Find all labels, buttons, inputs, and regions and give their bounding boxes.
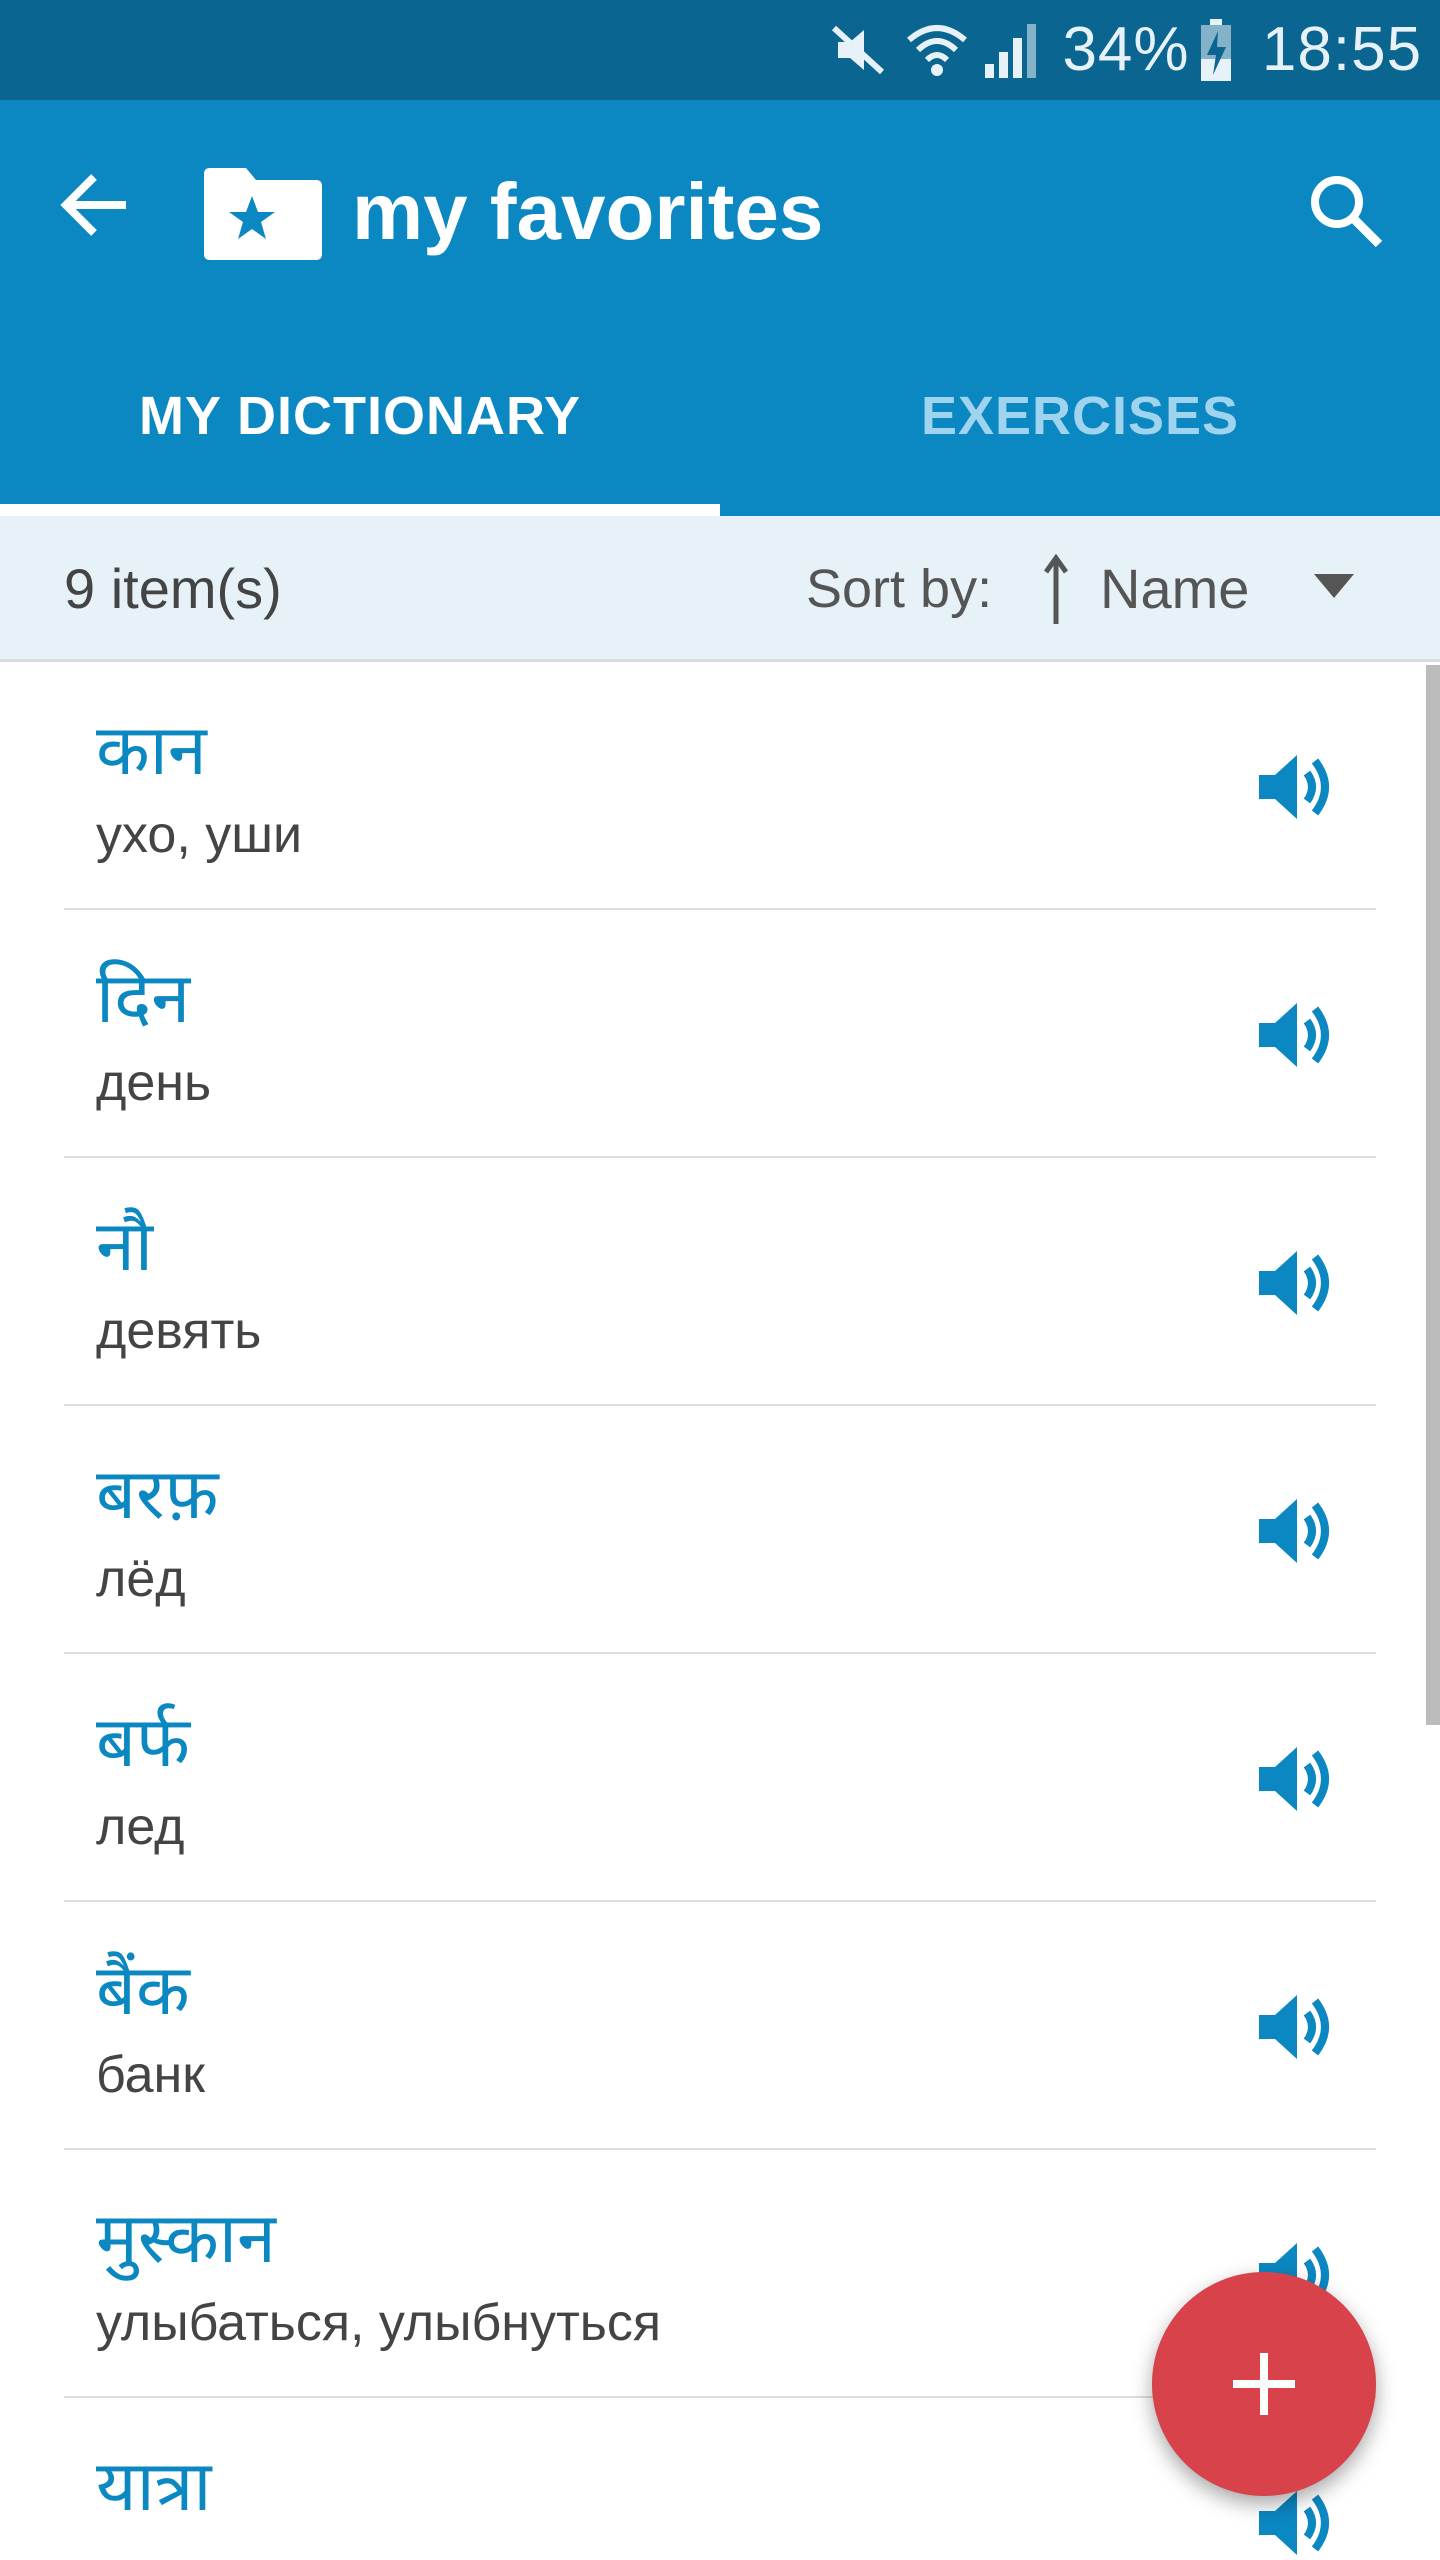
sort-dropdown[interactable]: Name xyxy=(1030,536,1380,642)
search-icon xyxy=(1311,176,1383,248)
mute-icon xyxy=(826,0,890,100)
word-list: कान ухо, уши दिन день नौ девять बरफ़ лёд… xyxy=(0,662,1440,2560)
tab-indicator xyxy=(0,504,720,516)
plus-icon xyxy=(1233,2353,1295,2415)
battery-percent: 34% xyxy=(1062,15,1190,84)
translation-text: улыбаться, улыбнуться xyxy=(96,2294,662,2352)
play-audio-button[interactable] xyxy=(1240,732,1350,842)
list-item[interactable]: कान ухо, уши xyxy=(0,662,1440,910)
items-count: 9 item(s) xyxy=(64,557,282,620)
sort-ascending-icon xyxy=(1043,554,1069,624)
list-item[interactable]: नौ девять xyxy=(0,1158,1440,1406)
translation-text: лед xyxy=(96,1798,185,1856)
arrow-back-icon xyxy=(60,174,126,236)
word-text: नौ xyxy=(96,1205,153,1287)
translation-text: день xyxy=(96,1054,212,1112)
tab-exercises[interactable]: EXERCISES xyxy=(720,316,1440,516)
translation-text: банк xyxy=(96,2046,205,2104)
sort-value: Name xyxy=(1100,557,1250,620)
translation-text: лёд xyxy=(96,1550,186,1608)
sort-bar: 9 item(s) Sort by: Name xyxy=(0,516,1440,662)
translation-text: ухо, уши xyxy=(96,806,302,864)
tab-my-dictionary[interactable]: MY DICTIONARY xyxy=(0,316,720,516)
play-audio-button[interactable] xyxy=(1240,1972,1350,2082)
star-folder-icon xyxy=(202,162,324,262)
tab-bar: MY DICTIONARY EXERCISES xyxy=(0,316,1440,516)
speaker-icon xyxy=(1259,1251,1329,1315)
list-item[interactable]: बैंक банк xyxy=(0,1902,1440,2150)
play-audio-button[interactable] xyxy=(1240,1724,1350,1834)
wifi-icon xyxy=(902,0,972,100)
add-word-button[interactable] xyxy=(1152,2272,1376,2496)
list-item[interactable]: बरफ़ лёд xyxy=(0,1406,1440,1654)
list-item[interactable]: दिन день xyxy=(0,910,1440,1158)
speaker-icon xyxy=(1259,1499,1329,1563)
word-text: बरफ़ xyxy=(96,1453,219,1535)
play-audio-button[interactable] xyxy=(1240,980,1350,1090)
clock: 18:55 xyxy=(1261,15,1423,84)
search-button[interactable] xyxy=(1295,160,1395,260)
signal-icon xyxy=(976,0,1046,100)
scrollbar-thumb[interactable] xyxy=(1426,665,1440,1725)
play-audio-button[interactable] xyxy=(1240,1228,1350,1338)
list-item[interactable]: बर्फ лед xyxy=(0,1654,1440,1902)
speaker-icon xyxy=(1259,1747,1329,1811)
speaker-icon xyxy=(1259,755,1329,819)
status-bar: 34% 18:55 xyxy=(0,0,1440,100)
battery-charging-icon xyxy=(1192,0,1240,100)
sort-label: Sort by: xyxy=(806,559,993,619)
word-text: बैंक xyxy=(96,1949,190,2031)
back-button[interactable] xyxy=(50,160,140,250)
word-text: मुस्कान xyxy=(96,2197,276,2279)
speaker-icon xyxy=(1259,1003,1329,1067)
word-text: दिन xyxy=(96,957,191,1039)
translation-text: девять xyxy=(96,1302,262,1360)
dropdown-caret-icon xyxy=(1314,574,1354,598)
word-text: बर्फ xyxy=(96,1701,190,1783)
page-title: my favorites xyxy=(352,167,824,256)
word-text: यात्रा xyxy=(96,2445,212,2527)
play-audio-button[interactable] xyxy=(1240,1476,1350,1586)
word-text: कान xyxy=(96,709,207,791)
speaker-icon xyxy=(1259,1995,1329,2059)
